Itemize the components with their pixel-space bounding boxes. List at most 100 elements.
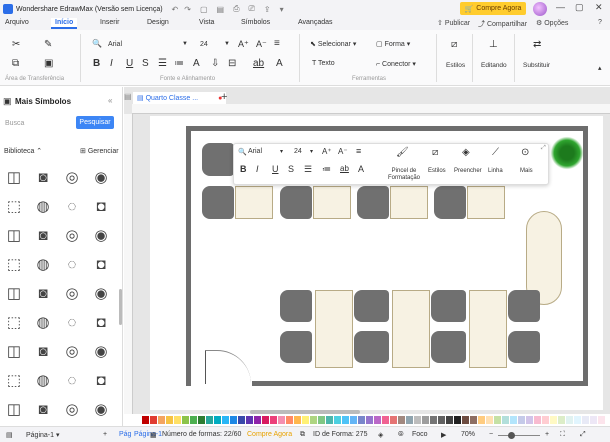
- align-icon[interactable]: ≡: [274, 38, 280, 49]
- styles-label[interactable]: Estilos: [428, 168, 446, 174]
- color-swatch[interactable]: [142, 416, 149, 424]
- chair[interactable]: [280, 290, 312, 322]
- desk[interactable]: [467, 186, 505, 219]
- replace-label[interactable]: Substituir: [523, 62, 550, 69]
- zoom-in-icon[interactable]: +: [545, 431, 549, 438]
- symbol-item[interactable]: ◎: [62, 341, 82, 361]
- undo-icon[interactable]: ↶: [172, 5, 179, 14]
- library-label[interactable]: Biblioteca ⌃: [4, 147, 42, 155]
- color-swatch[interactable]: [566, 416, 573, 424]
- symbol-item[interactable]: ◙: [33, 341, 53, 361]
- underline-icon[interactable]: U: [272, 164, 279, 174]
- add-page-icon[interactable]: +: [103, 431, 107, 438]
- strikethrough-icon[interactable]: S: [142, 58, 149, 69]
- publish-button[interactable]: ⇧ Publicar: [437, 19, 470, 27]
- chair[interactable]: [280, 186, 312, 219]
- desk[interactable]: [390, 186, 428, 219]
- symbol-item[interactable]: ◘: [91, 196, 111, 216]
- buy-now-button[interactable]: 🛒 Compre Agora: [460, 2, 526, 15]
- format-painter-label[interactable]: Pincel de Formatação: [384, 168, 424, 182]
- tab-simbolos[interactable]: Símbolos: [241, 19, 270, 26]
- symbol-item[interactable]: ◍: [33, 312, 53, 332]
- color-swatch[interactable]: [150, 416, 157, 424]
- font-color-icon[interactable]: A: [358, 164, 364, 174]
- font-color-icon[interactable]: A: [276, 58, 283, 69]
- color-swatch[interactable]: [214, 416, 221, 424]
- canvas-scrollbar[interactable]: [250, 410, 360, 414]
- zoom-slider[interactable]: [498, 435, 540, 436]
- connector-button[interactable]: ⌐ Conector ▾: [376, 60, 416, 68]
- color-swatch[interactable]: [518, 416, 525, 424]
- page-tab-name[interactable]: Página-1: [134, 431, 162, 438]
- symbol-item[interactable]: ◉: [91, 283, 111, 303]
- layers-stack-icon[interactable]: ◈: [378, 431, 383, 439]
- color-swatch[interactable]: [526, 416, 533, 424]
- search-button[interactable]: Pesquisar: [76, 116, 114, 129]
- editing-label[interactable]: Editando: [481, 62, 507, 69]
- symbol-item[interactable]: ◎: [62, 399, 82, 419]
- chevron-down-icon[interactable]: ▾: [280, 148, 283, 155]
- chair[interactable]: [280, 331, 312, 363]
- chair[interactable]: [434, 186, 466, 219]
- chair[interactable]: [508, 331, 540, 363]
- color-swatch[interactable]: [478, 416, 485, 424]
- color-swatch[interactable]: [486, 416, 493, 424]
- text-orientation-icon[interactable]: ⇩: [211, 58, 219, 69]
- numbered-list-icon[interactable]: ≔: [322, 164, 331, 175]
- color-swatch[interactable]: [262, 416, 269, 424]
- panel-scrollbar[interactable]: [119, 289, 122, 325]
- focus-label[interactable]: Foco: [412, 431, 428, 438]
- maximize-icon[interactable]: ▢: [575, 2, 584, 13]
- color-swatch[interactable]: [430, 416, 437, 424]
- styles-icon[interactable]: ⧄: [432, 147, 438, 158]
- tab-design[interactable]: Design: [147, 19, 169, 26]
- chair[interactable]: [357, 331, 389, 363]
- numbered-list-icon[interactable]: ≔: [174, 58, 184, 69]
- symbol-item[interactable]: ◫: [4, 283, 24, 303]
- symbol-search-input[interactable]: Busca: [2, 117, 76, 130]
- symbol-item[interactable]: ⬚: [4, 312, 24, 332]
- color-swatch[interactable]: [358, 416, 365, 424]
- color-swatch[interactable]: [446, 416, 453, 424]
- color-swatch[interactable]: [398, 416, 405, 424]
- color-swatch[interactable]: [270, 416, 277, 424]
- symbol-item[interactable]: ◫: [4, 399, 24, 419]
- page-panel-icon[interactable]: ▤: [6, 431, 13, 439]
- symbol-item[interactable]: ◫: [4, 341, 24, 361]
- color-swatch[interactable]: [174, 416, 181, 424]
- color-swatch[interactable]: [422, 416, 429, 424]
- color-swatch[interactable]: [294, 416, 301, 424]
- styles-label[interactable]: Estilos: [446, 62, 465, 69]
- minimize-icon[interactable]: —: [556, 2, 565, 12]
- color-swatch[interactable]: [310, 416, 317, 424]
- color-swatch[interactable]: [574, 416, 581, 424]
- tab-vista[interactable]: Vista: [199, 19, 214, 26]
- page-panel-icon[interactable]: ▤: [124, 92, 133, 104]
- symbol-item[interactable]: ◫: [4, 167, 24, 187]
- styles-icon[interactable]: ⧄: [451, 39, 457, 50]
- close-icon[interactable]: ✕: [595, 2, 603, 13]
- symbol-item[interactable]: ◉: [91, 341, 111, 361]
- color-swatch[interactable]: [254, 416, 261, 424]
- color-swatch[interactable]: [342, 416, 349, 424]
- focus-icon[interactable]: ⦾: [398, 431, 404, 439]
- color-swatch[interactable]: [206, 416, 213, 424]
- document-tab[interactable]: ▤ Quarto Classe ... ●: [133, 92, 227, 104]
- text-style-icon[interactable]: ab: [253, 58, 264, 69]
- wall-bottom[interactable]: [252, 381, 588, 386]
- redo-icon[interactable]: ↷: [184, 5, 191, 14]
- paste-icon[interactable]: ▣: [44, 58, 53, 69]
- color-swatch[interactable]: [198, 416, 205, 424]
- open-folder-icon[interactable]: ▤: [217, 5, 225, 14]
- symbol-item[interactable]: ◙: [33, 399, 53, 419]
- symbol-item[interactable]: ◌: [62, 254, 82, 274]
- chair[interactable]: [434, 331, 466, 363]
- replace-icon[interactable]: ⇄: [533, 39, 541, 50]
- chair[interactable]: [202, 143, 234, 176]
- collapse-ribbon-icon[interactable]: ▴: [598, 64, 602, 72]
- shape-button[interactable]: ▢ Forma ▾: [376, 40, 410, 48]
- text-button[interactable]: T Texto: [312, 60, 335, 67]
- color-swatch[interactable]: [366, 416, 373, 424]
- color-swatch[interactable]: [534, 416, 541, 424]
- line-icon[interactable]: ⟋: [492, 147, 499, 158]
